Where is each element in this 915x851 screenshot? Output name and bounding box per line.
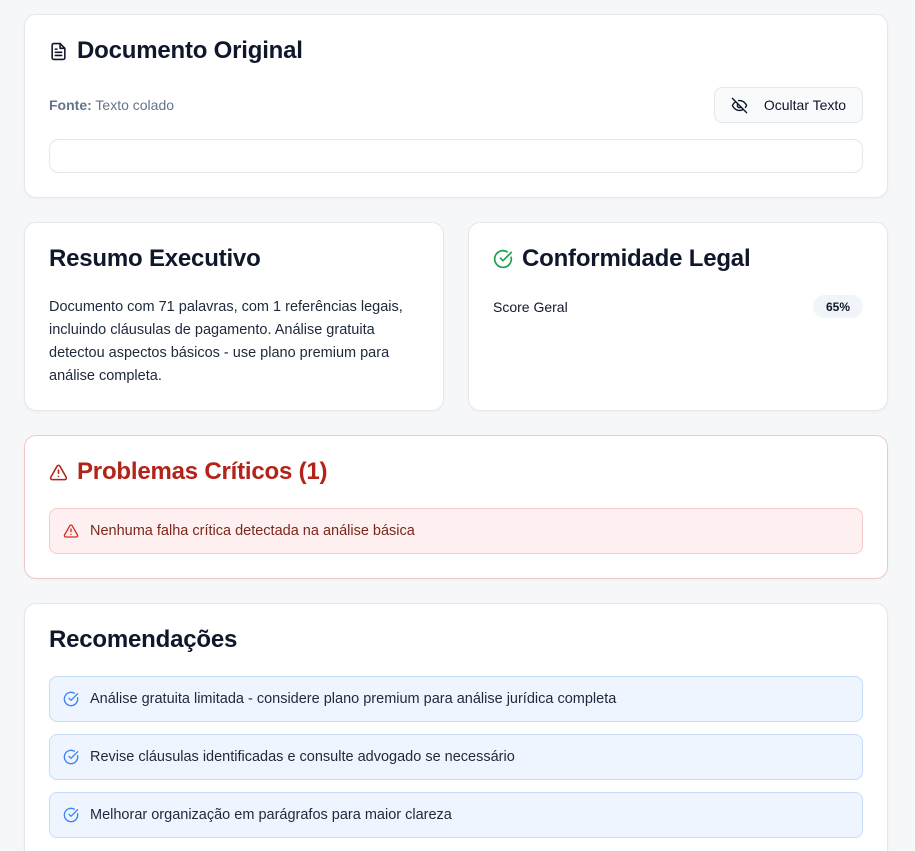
hide-text-label: Ocultar Texto bbox=[763, 97, 847, 113]
critical-issues-card: Problemas Críticos (1) Nenhuma falha crí… bbox=[24, 435, 888, 579]
recommendations-list: Análise gratuita limitada - considere pl… bbox=[49, 676, 863, 850]
original-document-card: Documento Original Fonte: Texto colado O… bbox=[24, 14, 888, 198]
legal-compliance-title: Conformidade Legal bbox=[522, 245, 751, 272]
recommendation-item: Revise cláusulas identificadas e consult… bbox=[49, 734, 863, 780]
check-circle-icon bbox=[63, 807, 79, 823]
critical-issues-title-row: Problemas Críticos (1) bbox=[49, 458, 328, 486]
original-document-title: Documento Original bbox=[77, 37, 303, 64]
recommendations-card: Recomendações Análise gratuita limitada … bbox=[24, 603, 888, 851]
recommendation-item: Análise gratuita limitada - considere pl… bbox=[49, 676, 863, 722]
recommendations-title: Recomendações bbox=[49, 626, 238, 653]
hide-text-button[interactable]: Ocultar Texto bbox=[714, 87, 863, 123]
source-label: Fonte: bbox=[49, 97, 92, 113]
legal-compliance-title-row: Conformidade Legal bbox=[493, 245, 751, 273]
alert-triangle-icon bbox=[49, 463, 68, 482]
document-text-box[interactable] bbox=[49, 139, 863, 173]
score-badge: 65% bbox=[813, 295, 863, 318]
critical-issues-title: Problemas Críticos (1) bbox=[77, 458, 328, 485]
recommendation-text: Revise cláusulas identificadas e consult… bbox=[90, 749, 515, 765]
recommendation-item: Melhorar organização em parágrafos para … bbox=[49, 792, 863, 838]
alert-triangle-icon bbox=[63, 523, 79, 539]
recommendation-text: Análise gratuita limitada - considere pl… bbox=[90, 691, 617, 707]
recommendation-text: Melhorar organização em parágrafos para … bbox=[90, 807, 452, 823]
critical-issue-item: Nenhuma falha crítica detectada na análi… bbox=[49, 508, 863, 554]
critical-issue-text: Nenhuma falha crítica detectada na análi… bbox=[90, 523, 415, 539]
check-circle-icon bbox=[63, 749, 79, 765]
original-document-title-row: Documento Original bbox=[49, 37, 303, 65]
check-circle-icon bbox=[493, 249, 513, 269]
source-value: Texto colado bbox=[95, 97, 175, 113]
executive-summary-text: Documento com 71 palavras, com 1 referên… bbox=[49, 299, 403, 384]
executive-summary-card: Resumo Executivo Documento com 71 palavr… bbox=[24, 222, 444, 411]
source-line: Fonte: Texto colado bbox=[49, 97, 174, 113]
file-text-icon bbox=[49, 42, 68, 61]
executive-summary-title: Resumo Executivo bbox=[49, 245, 261, 272]
check-circle-icon bbox=[63, 691, 79, 707]
score-label: Score Geral bbox=[493, 299, 568, 315]
legal-compliance-card: Conformidade Legal Score Geral 65% bbox=[468, 222, 888, 411]
eye-off-icon bbox=[731, 97, 748, 114]
